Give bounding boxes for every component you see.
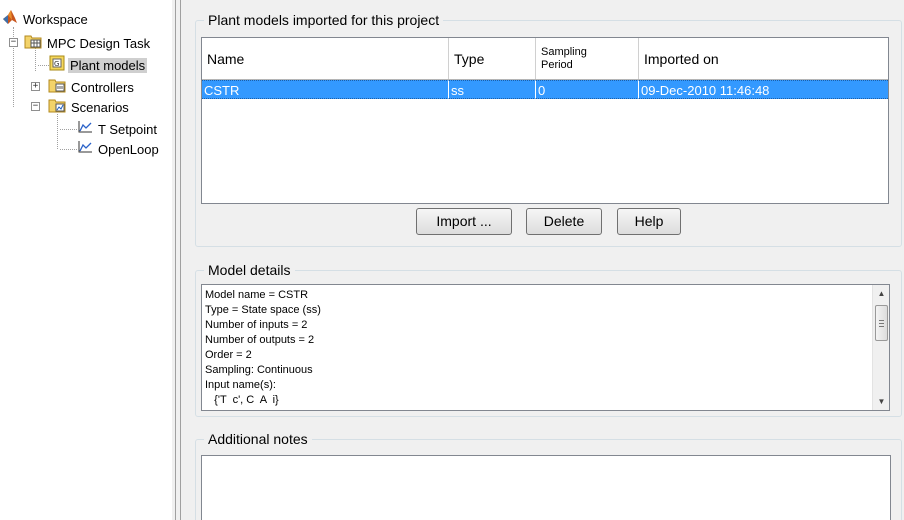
tree-item-workspace[interactable]: Workspace	[2, 9, 90, 29]
cell-sampling-period[interactable]: 0	[536, 80, 639, 99]
model-details-text: Model name = CSTR Type = State space (ss)…	[205, 288, 321, 408]
column-header-sampling-period[interactable]: Sampling Period	[536, 38, 639, 79]
detail-line: {'T c', C A i}	[205, 394, 279, 406]
scroll-thumb[interactable]	[875, 305, 888, 341]
table-header: Name Type Sampling Period Imported on	[202, 38, 888, 80]
splitter[interactable]	[172, 0, 184, 520]
tree-label: Controllers	[71, 80, 134, 95]
additional-notes-textarea[interactable]	[201, 455, 891, 520]
detail-line: Number of inputs = 2	[205, 319, 308, 331]
tree-label: Workspace	[23, 12, 88, 27]
vertical-scrollbar[interactable]: ▲ ▼	[872, 285, 889, 410]
delete-button[interactable]: Delete	[526, 208, 602, 235]
scenario-folder-icon	[48, 97, 66, 119]
tree-label: MPC Design Task	[47, 36, 151, 51]
plant-models-table[interactable]: Name Type Sampling Period Imported on CS…	[201, 37, 889, 204]
plant-models-panel: Plant models imported for this project N…	[184, 0, 904, 520]
cell-name[interactable]: CSTR	[202, 80, 449, 99]
tree-label: OpenLoop	[98, 141, 159, 157]
scroll-up-icon[interactable]: ▲	[873, 285, 889, 302]
svg-text:G: G	[54, 60, 59, 68]
column-header-type[interactable]: Type	[449, 38, 536, 79]
plot-icon	[77, 140, 93, 160]
detail-line: Model name = CSTR	[205, 289, 309, 301]
expand-icon[interactable]: +	[31, 82, 40, 91]
tree-label: T Setpoint	[98, 121, 158, 137]
tree-item-plant-models[interactable]: G Plant models	[49, 55, 148, 77]
detail-line: Sampling: Continuous	[205, 364, 313, 376]
cell-imported-on[interactable]: 09-Dec-2010 11:46:48	[639, 80, 888, 99]
tree-label: Scenarios	[71, 100, 129, 115]
project-tree[interactable]: Workspace − MPC Design Task G Plant mode…	[0, 0, 172, 520]
tree-label: Plant models	[68, 58, 148, 73]
model-details-textarea[interactable]: Model name = CSTR Type = State space (ss)…	[201, 284, 890, 411]
scroll-down-icon[interactable]: ▼	[873, 393, 889, 410]
group-title: Model details	[204, 262, 295, 278]
table-row[interactable]: CSTR ss 0 09-Dec-2010 11:46:48	[202, 80, 888, 99]
group-title: Plant models imported for this project	[204, 12, 444, 28]
tree-item-controllers[interactable]: Controllers	[48, 77, 136, 97]
plant-model-icon: G	[49, 55, 65, 77]
detail-line: Number of outputs = 2	[205, 334, 315, 346]
tree-item-scenarios[interactable]: Scenarios	[48, 97, 131, 117]
tree-item-scenario[interactable]: OpenLoop	[77, 139, 161, 159]
tree-item-mpc-design-task[interactable]: MPC Design Task	[24, 33, 152, 53]
matlab-logo-icon	[2, 9, 18, 31]
cell-type[interactable]: ss	[449, 80, 536, 99]
help-button[interactable]: Help	[617, 208, 681, 235]
column-header-imported-on[interactable]: Imported on	[639, 38, 888, 79]
detail-line: Type = State space (ss)	[205, 304, 321, 316]
group-title: Additional notes	[204, 431, 312, 447]
tree-item-scenario[interactable]: T Setpoint	[77, 119, 159, 139]
collapse-icon[interactable]: −	[9, 38, 18, 47]
detail-line: Input name(s):	[205, 379, 276, 391]
task-folder-icon	[24, 33, 42, 55]
controller-folder-icon	[48, 77, 66, 99]
collapse-icon[interactable]: −	[31, 102, 40, 111]
plot-icon	[77, 120, 93, 140]
import-button[interactable]: Import ...	[416, 208, 512, 235]
column-header-name[interactable]: Name	[202, 38, 449, 79]
detail-line: Order = 2	[205, 349, 252, 361]
